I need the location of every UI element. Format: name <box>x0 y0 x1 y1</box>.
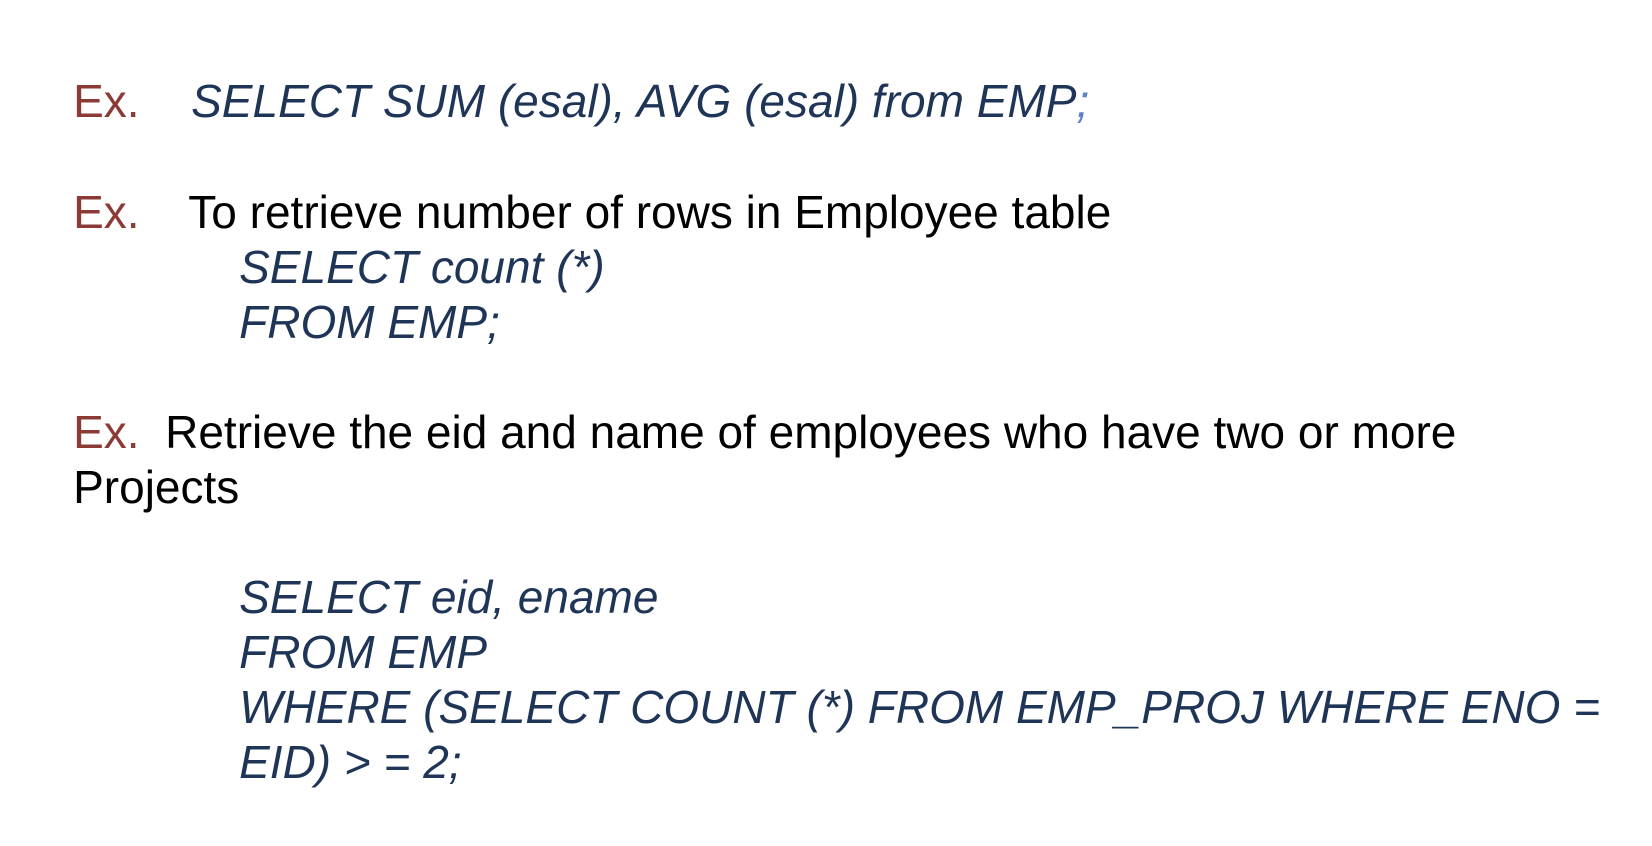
example-3-code-line-4: EID) > = 2; <box>239 736 462 788</box>
example-2-label: Ex. <box>73 186 140 238</box>
example-3-description-line-1: Retrieve the eid and name of employees w… <box>165 406 1457 458</box>
example-3-code-line: EID) > = 2; <box>188 678 462 846</box>
example-3-description-row: Retrieve the eid and name of employees w… <box>114 348 1456 516</box>
example-1-semicolon: ; <box>1076 75 1090 127</box>
example-2-code-line-2: FROM EMP; <box>239 296 500 348</box>
example-1-query: SELECT SUM (esal), AVG (esal) from EMP <box>191 75 1077 127</box>
slide-content: Ex. SELECT SUM (esal), AVG (esal) from E… <box>0 0 1652 804</box>
example-2-row: Ex. <box>22 128 140 296</box>
example-3-description-line-2: Projects <box>73 461 240 513</box>
example-1-label: Ex. <box>73 75 140 127</box>
